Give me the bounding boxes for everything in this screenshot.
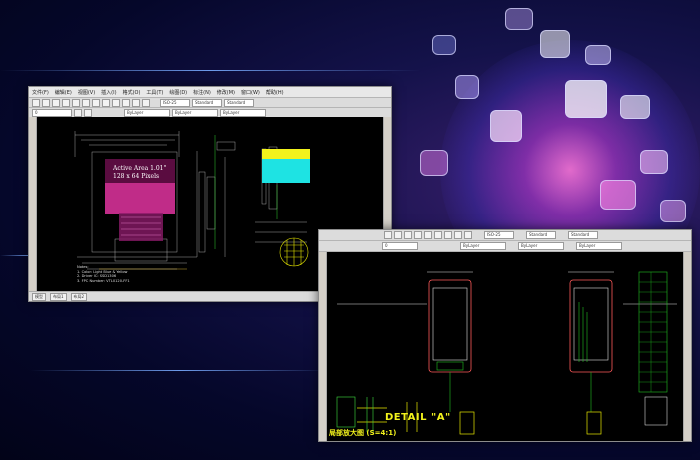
color-combo[interactable]: ByLayer bbox=[460, 242, 506, 250]
text-style-combo[interactable]: ISO-25 bbox=[484, 231, 514, 239]
active-area-size: Active Area 1.01" bbox=[113, 165, 167, 172]
menu-item[interactable]: 标注(N) bbox=[193, 89, 211, 96]
yellow-area bbox=[262, 149, 310, 159]
table-style-combo[interactable]: Standard bbox=[568, 231, 598, 239]
notes-block: Notes: 1. Color: Light Blue & Yellow 2. … bbox=[77, 265, 130, 283]
color-combo[interactable]: ByLayer bbox=[124, 108, 170, 117]
linetype-combo[interactable]: ByLayer bbox=[172, 108, 218, 117]
light-streak bbox=[0, 70, 420, 71]
zoom-icon[interactable] bbox=[444, 231, 452, 239]
detail-scale-label: 局部放大图 (S=4:1) bbox=[329, 429, 397, 437]
open-icon[interactable] bbox=[394, 231, 402, 239]
help-icon[interactable] bbox=[142, 98, 150, 107]
cad-window-right: ISO-25 Standard Standard 0 ByLayer ByLay… bbox=[318, 229, 692, 442]
properties-icon[interactable] bbox=[464, 231, 472, 239]
menu-item[interactable]: 文件(F) bbox=[32, 89, 49, 96]
layer-manager-icon[interactable] bbox=[74, 108, 82, 117]
menu-item[interactable]: 视图(V) bbox=[78, 89, 95, 96]
menu-item[interactable]: 帮助(H) bbox=[266, 89, 284, 96]
print-icon[interactable] bbox=[62, 98, 70, 107]
modify-toolbar[interactable] bbox=[683, 252, 691, 441]
menu-item[interactable]: 绘图(D) bbox=[169, 89, 187, 96]
redo-icon[interactable] bbox=[82, 98, 90, 107]
detail-label: DETAIL "A" bbox=[385, 412, 451, 423]
pan-icon[interactable] bbox=[102, 98, 110, 107]
layer-combo[interactable]: 0 bbox=[382, 242, 418, 250]
text-style-combo[interactable]: ISO-25 bbox=[160, 98, 190, 107]
draw-toolbar[interactable] bbox=[29, 117, 37, 292]
note-line: 3. FPC Number: VTL0120-FF1 bbox=[77, 278, 130, 283]
active-area-label: Active Area 1.01" 128 x 64 Pixels bbox=[113, 165, 173, 181]
match-icon[interactable] bbox=[132, 98, 140, 107]
linetype-combo[interactable]: ByLayer bbox=[518, 242, 564, 250]
glow-tile bbox=[420, 150, 448, 176]
lineweight-combo[interactable]: ByLayer bbox=[220, 108, 266, 117]
lineweight-combo[interactable]: ByLayer bbox=[576, 242, 622, 250]
drawing-lines bbox=[336, 271, 677, 435]
layer-previous-icon[interactable] bbox=[84, 108, 92, 117]
glow-tile bbox=[660, 200, 686, 222]
tab-layout2[interactable]: 布局2 bbox=[70, 292, 88, 301]
standard-toolbar: ISO-25 Standard Standard bbox=[29, 98, 391, 108]
glow-tile bbox=[600, 180, 636, 210]
pan-icon[interactable] bbox=[454, 231, 462, 239]
menu-item[interactable]: 格式(O) bbox=[123, 89, 141, 96]
menu-item[interactable]: 工具(T) bbox=[146, 89, 163, 96]
new-file-icon[interactable] bbox=[32, 98, 40, 107]
menu-bar: 文件(F) 编辑(E) 视图(V) 插入(I) 格式(O) 工具(T) 绘图(D… bbox=[29, 87, 391, 98]
cyan-area bbox=[262, 159, 310, 183]
glow-tile bbox=[455, 75, 479, 99]
glow-tile bbox=[565, 80, 607, 118]
glow-tile bbox=[432, 35, 456, 55]
glow-tile bbox=[490, 110, 522, 142]
properties-icon[interactable] bbox=[112, 98, 120, 107]
pixel-count: 128 x 64 Pixels bbox=[113, 173, 160, 180]
undo-icon[interactable] bbox=[72, 98, 80, 107]
draw-toolbar[interactable] bbox=[319, 252, 327, 441]
glow-tile bbox=[585, 45, 611, 65]
dim-style-combo[interactable]: Standard bbox=[192, 98, 222, 107]
drawing-canvas[interactable]: DETAIL "A" 局部放大图 (S=4:1) bbox=[327, 252, 683, 441]
tab-model[interactable]: 模型 bbox=[32, 292, 46, 301]
layer-combo[interactable]: 0 bbox=[32, 108, 72, 117]
redo-icon[interactable] bbox=[434, 231, 442, 239]
save-icon[interactable] bbox=[404, 231, 412, 239]
tab-layout1[interactable]: 布局1 bbox=[50, 292, 67, 301]
save-icon[interactable] bbox=[52, 98, 60, 107]
glow-tile bbox=[640, 150, 668, 174]
zoom-icon[interactable] bbox=[92, 98, 100, 107]
print-icon[interactable] bbox=[414, 231, 422, 239]
menu-item[interactable]: 修改(M) bbox=[217, 89, 235, 96]
glow-tile bbox=[505, 8, 533, 30]
layer-icon[interactable] bbox=[122, 98, 130, 107]
new-file-icon[interactable] bbox=[384, 231, 392, 239]
menu-item[interactable]: 插入(I) bbox=[101, 89, 116, 96]
table-style-combo[interactable]: Standard bbox=[224, 98, 254, 107]
open-icon[interactable] bbox=[42, 98, 50, 107]
menu-item[interactable]: 窗口(W) bbox=[241, 89, 260, 96]
standard-toolbar: ISO-25 Standard Standard bbox=[319, 230, 691, 241]
dim-style-combo[interactable]: Standard bbox=[526, 231, 556, 239]
glow-tile bbox=[540, 30, 570, 58]
light-streak bbox=[30, 370, 330, 371]
layers-toolbar: 0 ByLayer ByLayer ByLayer bbox=[319, 241, 691, 252]
undo-icon[interactable] bbox=[424, 231, 432, 239]
glow-tile bbox=[620, 95, 650, 119]
menu-item[interactable]: 编辑(E) bbox=[55, 89, 72, 96]
